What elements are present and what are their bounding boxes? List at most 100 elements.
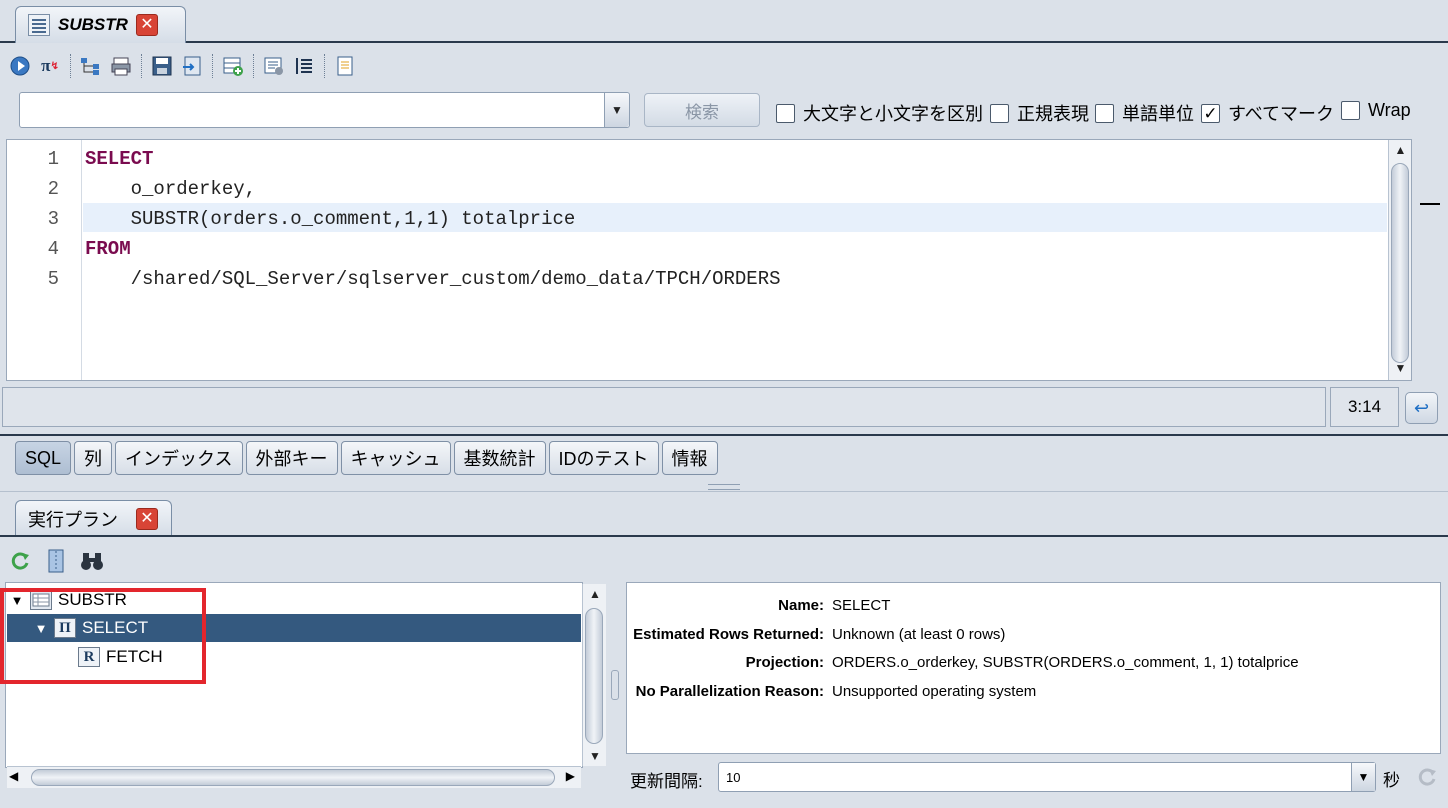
tab-sql[interactable]: SQL <box>15 441 72 475</box>
scroll-up-icon[interactable]: ▲ <box>1389 140 1412 160</box>
overview-ruler-marker <box>1420 203 1440 205</box>
document-icon[interactable] <box>331 52 359 80</box>
scroll-left-icon[interactable]: ◀ <box>9 769 18 783</box>
print-icon[interactable] <box>107 52 135 80</box>
tab-indexes[interactable]: インデックス <box>115 441 243 475</box>
editor-toolbar: π ↯ <box>0 48 1448 84</box>
refresh-dropdown-arrow-icon[interactable]: ▼ <box>1351 763 1375 791</box>
line-number: 1 <box>47 148 59 170</box>
search-dropdown-arrow-icon[interactable]: ▼ <box>604 93 629 127</box>
code-line[interactable]: FROM <box>85 238 131 260</box>
checkbox-label: 大文字と小文字を区別 <box>803 104 983 124</box>
scroll-right-icon[interactable]: ▶ <box>566 769 575 783</box>
line-number-gutter: 1 2 3 4 5 <box>7 140 82 380</box>
divider <box>0 434 1448 436</box>
indent-icon[interactable] <box>290 52 318 80</box>
line-number: 2 <box>47 178 59 200</box>
tab-id-test[interactable]: IDのテスト <box>548 441 659 475</box>
tab-columns[interactable]: 列 <box>74 441 113 475</box>
tree-vertical-scrollbar[interactable]: ▲ ▼ <box>582 584 606 766</box>
tab-cardinality[interactable]: 基数統計 <box>453 441 546 475</box>
run-icon[interactable] <box>6 52 34 80</box>
mark-all-checkbox[interactable]: ✓ すべてマーク <box>1201 100 1334 126</box>
checkbox-label: すべてマーク <box>1228 104 1335 124</box>
panel-splitter-handle[interactable] <box>708 484 740 490</box>
format-icon[interactable] <box>260 52 288 80</box>
status-bar <box>2 387 1326 427</box>
code-line[interactable]: /shared/SQL_Server/sqlserver_custom/demo… <box>85 268 781 290</box>
toolbar-separator <box>141 54 142 78</box>
plan-toolbar <box>6 546 106 576</box>
checkbox-box[interactable] <box>990 103 1009 123</box>
annotation-highlight-box <box>0 588 206 684</box>
new-row-icon[interactable] <box>219 52 247 80</box>
property-row: Estimated Rows Returned: Unknown (at lea… <box>632 626 1005 643</box>
export-icon[interactable] <box>178 52 206 80</box>
tab-execution-plan[interactable]: 実行プラン ✕ <box>15 500 172 536</box>
regex-checkbox[interactable]: 正規表現 <box>990 100 1089 126</box>
tab-substr[interactable]: SUBSTR ✕ <box>15 6 186 43</box>
whole-word-checkbox[interactable]: 単語単位 <box>1095 100 1194 126</box>
tab-foreign-keys[interactable]: 外部キー <box>245 441 338 475</box>
divider <box>0 491 1448 492</box>
code-line[interactable]: SUBSTR(orders.o_comment,1,1) totalprice <box>85 208 576 230</box>
sql-editor[interactable] <box>6 139 1412 381</box>
checkbox-box[interactable]: ✓ <box>1201 103 1220 123</box>
tab-cache[interactable]: キャッシュ <box>340 441 451 475</box>
toolbar-separator <box>253 54 254 78</box>
explain-icon[interactable]: π ↯ <box>36 52 64 80</box>
enter-icon[interactable]: ↩ <box>1405 392 1438 424</box>
toolbar-separator <box>212 54 213 78</box>
property-row: No Parallelization Reason: Unsupported o… <box>632 683 1037 700</box>
save-icon[interactable] <box>148 52 176 80</box>
toolbar-separator <box>324 54 325 78</box>
tab-title: SUBSTR <box>58 15 128 34</box>
property-value: Unsupported operating system <box>832 683 1037 700</box>
property-row: Projection: ORDERS.o_orderkey, SUBSTR(OR… <box>632 654 1299 671</box>
refresh-unit-label: 秒 <box>1383 771 1400 790</box>
editor-tab-bar <box>0 0 1448 43</box>
property-value: ORDERS.o_orderkey, SUBSTR(ORDERS.o_comme… <box>832 654 1299 671</box>
scroll-down-icon[interactable]: ▼ <box>583 746 607 766</box>
checkbox-label: 正規表現 <box>1017 104 1089 124</box>
checkbox-label: 単語単位 <box>1122 104 1194 124</box>
tree-horizontal-scrollbar[interactable]: ◀ ▶ <box>7 766 581 788</box>
search-button[interactable]: 検索 <box>644 93 760 127</box>
scrollbar-thumb[interactable] <box>1391 163 1409 363</box>
property-value: SELECT <box>832 597 891 614</box>
checkbox-box[interactable] <box>1341 101 1360 120</box>
refresh-icon[interactable] <box>6 547 34 575</box>
property-key: Name: <box>778 597 824 614</box>
refresh-interval-input[interactable]: 10 <box>718 762 1376 792</box>
sql-document-icon <box>28 14 50 36</box>
close-icon[interactable]: ✕ <box>135 14 158 36</box>
property-key: Projection: <box>745 654 824 671</box>
code-line[interactable]: SELECT <box>85 148 153 170</box>
zip-icon[interactable] <box>42 547 70 575</box>
plan-tree-icon[interactable] <box>77 52 105 80</box>
property-key: Estimated Rows Returned: <box>633 626 824 643</box>
vertical-splitter-handle[interactable] <box>611 670 619 700</box>
case-sensitive-checkbox[interactable]: 大文字と小文字を区別 <box>776 100 983 126</box>
scrollbar-thumb[interactable] <box>585 608 603 744</box>
refresh-interval-label: 更新間隔: <box>630 772 703 791</box>
close-icon[interactable]: ✕ <box>136 507 158 530</box>
wrap-checkbox[interactable]: Wrap <box>1341 100 1411 121</box>
checkbox-box[interactable] <box>776 103 795 123</box>
property-value: Unknown (at least 0 rows) <box>832 626 1006 643</box>
property-key: No Parallelization Reason: <box>635 683 824 700</box>
cursor-position: 3:14 <box>1330 387 1399 427</box>
scroll-up-icon[interactable]: ▲ <box>583 584 607 604</box>
info-tab-strip: SQL 列 インデックス 外部キー キャッシュ 基数統計 IDのテスト 情報 <box>15 441 718 475</box>
scrollbar-thumb[interactable] <box>31 769 555 786</box>
property-row: Name: SELECT <box>632 597 890 614</box>
auto-refresh-icon[interactable] <box>1414 764 1440 790</box>
line-number: 5 <box>47 268 59 290</box>
binoculars-icon[interactable] <box>78 547 106 575</box>
tab-info[interactable]: 情報 <box>661 441 718 475</box>
tab-title: 実行プラン <box>28 509 118 530</box>
code-line[interactable]: o_orderkey, <box>85 178 256 200</box>
divider <box>0 535 1448 537</box>
search-combo-input[interactable] <box>19 92 630 128</box>
checkbox-box[interactable] <box>1095 103 1114 123</box>
